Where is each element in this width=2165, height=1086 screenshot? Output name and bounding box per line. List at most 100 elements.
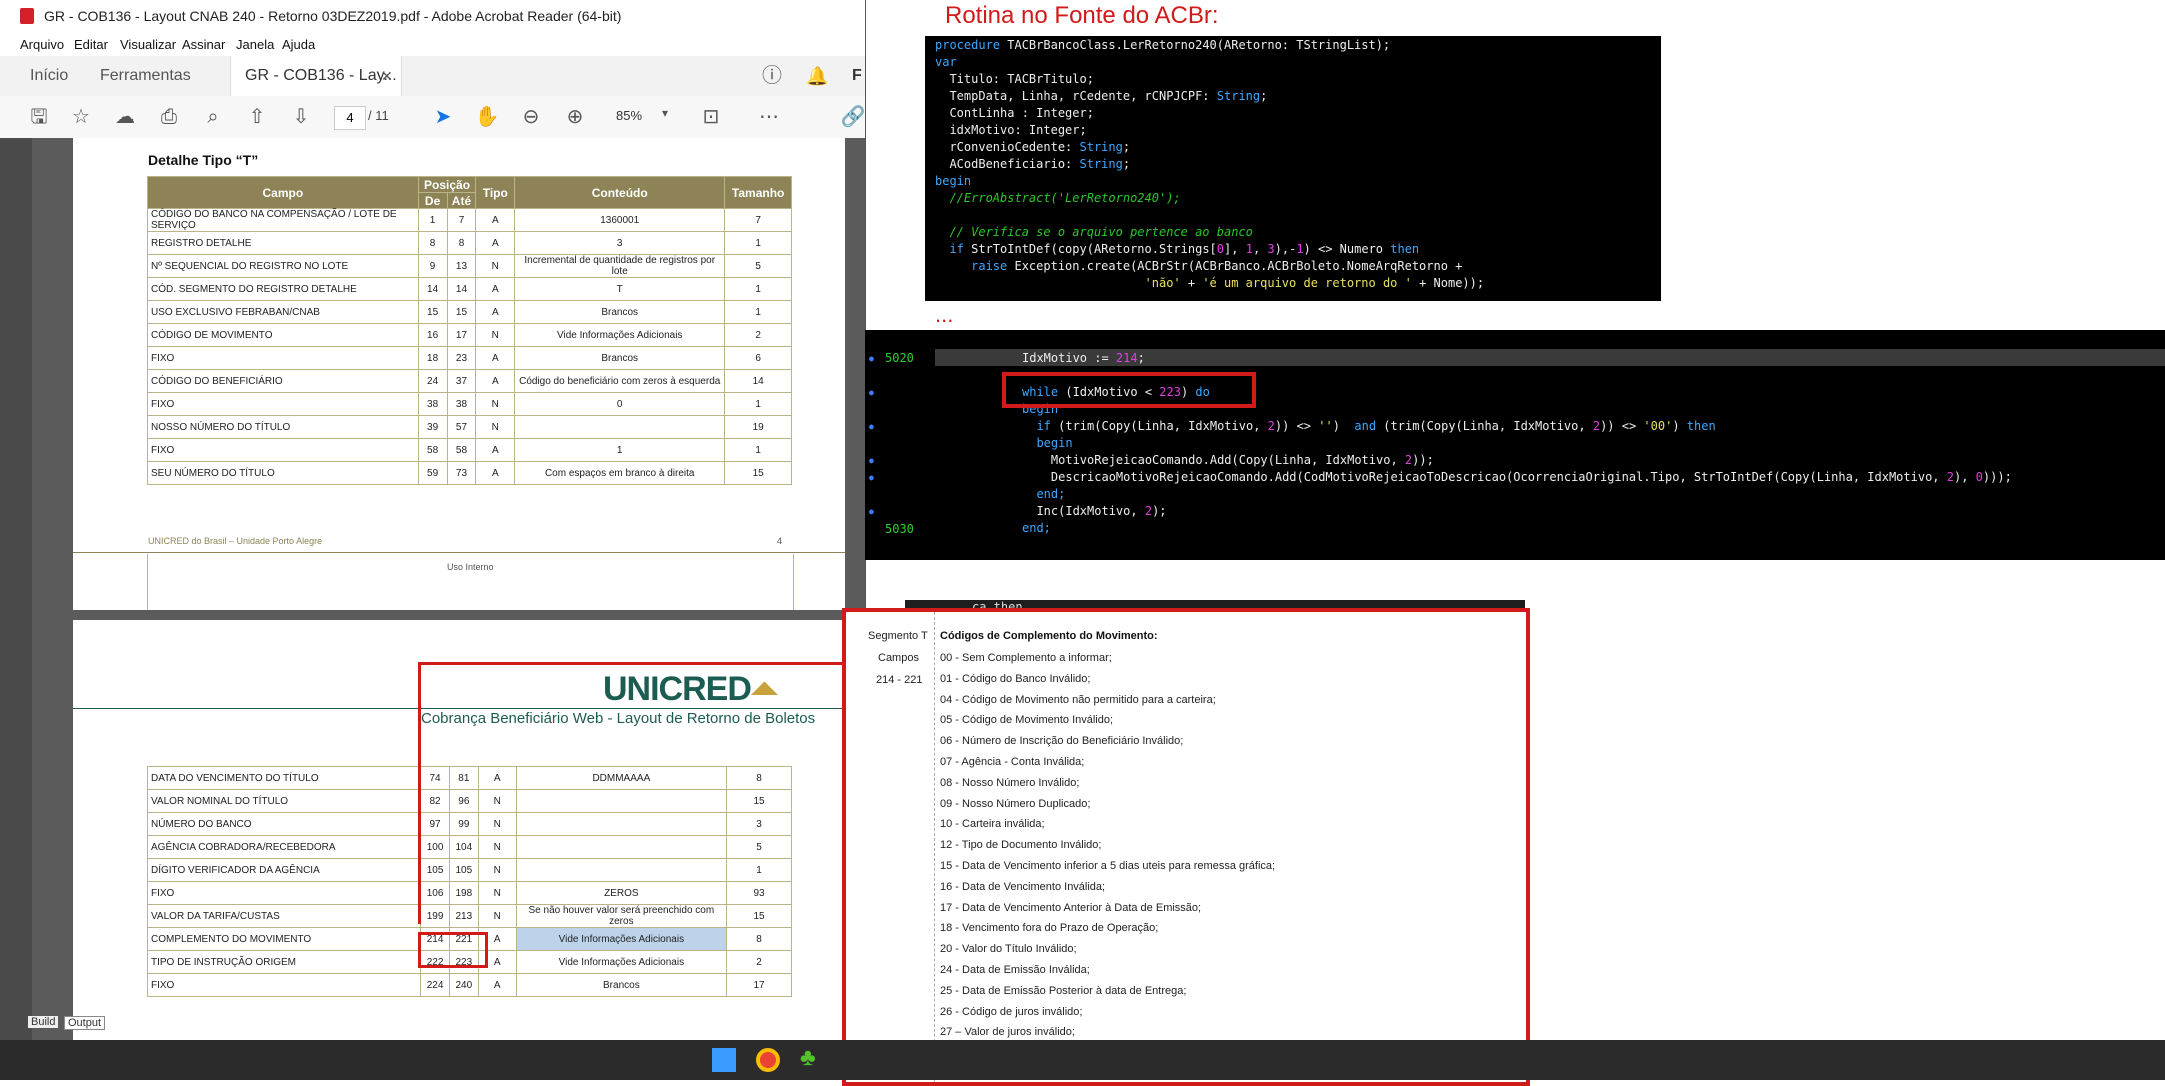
menu-arquivo[interactable]: Arquivo bbox=[20, 37, 64, 52]
code-line: var bbox=[935, 55, 957, 69]
cell-tipo: N bbox=[475, 415, 516, 439]
th-ate: Até bbox=[446, 192, 477, 209]
code-list-item: 17 - Data de Vencimento Anterior à Data … bbox=[940, 901, 1202, 914]
cell-conteudo: Com espaços em branco à direita bbox=[514, 461, 726, 485]
account-initial[interactable]: F bbox=[852, 56, 862, 96]
cell-tamanho: 1 bbox=[724, 231, 792, 255]
cell-tamanho: 3 bbox=[726, 812, 792, 836]
page-number-input[interactable]: 4 bbox=[334, 106, 366, 130]
code-line: begin bbox=[935, 174, 972, 188]
table-row: FIXO 224 240 A Brancos 17 bbox=[146, 973, 792, 997]
chevron-down-icon[interactable]: ▾ bbox=[662, 106, 668, 120]
tab-ferramentas[interactable]: Ferramentas bbox=[100, 56, 191, 96]
page-up-icon[interactable]: ⇧ bbox=[244, 104, 270, 130]
code-line: TempData, Linha, rCedente, rCNPJCPF: Str… bbox=[935, 89, 1268, 103]
cell-de: 59 bbox=[417, 461, 448, 485]
cell-tamanho: 8 bbox=[726, 927, 792, 951]
th-tipo: Tipo bbox=[475, 176, 516, 209]
cell-campo: NOSSO NÚMERO DO TÍTULO bbox=[147, 415, 419, 439]
code-list-item: 20 - Valor do Título Inválido; bbox=[940, 943, 1077, 956]
cell-tamanho: 1 bbox=[724, 300, 792, 324]
more-icon[interactable]: ⋯ bbox=[756, 104, 782, 130]
cell-ate: 198 bbox=[448, 881, 479, 905]
cell-ate: 104 bbox=[448, 835, 479, 859]
menu-ajuda[interactable]: Ajuda bbox=[282, 37, 315, 52]
print-icon[interactable]: ⎙ bbox=[156, 104, 182, 130]
link-icon[interactable]: 🔗 bbox=[840, 104, 866, 130]
star-icon[interactable]: ☆ bbox=[68, 104, 94, 130]
tab-document[interactable]: GR - COB136 - Lay... ✕ bbox=[230, 56, 402, 96]
cell-conteudo: Código do beneficiário com zeros à esque… bbox=[514, 369, 726, 393]
cell-de: 18 bbox=[417, 346, 448, 370]
cell-de: 1 bbox=[417, 208, 448, 232]
cell-conteudo bbox=[514, 415, 726, 439]
pdf-view-area[interactable]: ▶ Detalhe Tipo “T” Campo Posição Tipo Co… bbox=[0, 138, 865, 1040]
cell-tipo: N bbox=[477, 881, 517, 905]
code-list-item: 24 - Data de Emissão Inválida; bbox=[940, 964, 1090, 976]
code-list-item: 04 - Código de Movimento não permitido p… bbox=[940, 693, 1216, 706]
close-icon[interactable]: ✕ bbox=[381, 56, 393, 96]
fit-page-icon[interactable]: ⊡ bbox=[698, 104, 724, 130]
search-icon[interactable]: ⌕ bbox=[200, 104, 226, 130]
cell-tamanho: 7 bbox=[724, 208, 792, 232]
cell-ate: 99 bbox=[448, 812, 479, 836]
highlight-box-table bbox=[418, 662, 843, 666]
layout-table-t: Campo Posição Tipo Conteúdo Tamanho De A… bbox=[147, 176, 792, 485]
code-panel-lerretorno: procedure TACBrBancoClass.LerRetorno240(… bbox=[925, 36, 1661, 301]
page-down-icon[interactable]: ⇩ bbox=[288, 104, 314, 130]
cell-campo: SEU NÚMERO DO TÍTULO bbox=[147, 461, 419, 485]
table-row: DÍGITO VERIFICADOR DA AGÊNCIA 105 105 N 1 bbox=[146, 858, 792, 882]
pdf-page-4: Detalhe Tipo “T” Campo Posição Tipo Cont… bbox=[73, 138, 845, 610]
tab-document-label: GR - COB136 - Lay... bbox=[245, 67, 397, 84]
select-arrow-icon[interactable]: ➤ bbox=[430, 104, 456, 130]
cell-ate: 15 bbox=[446, 300, 477, 324]
upload-icon[interactable]: ☁ bbox=[112, 104, 138, 130]
table-row: FIXO 58 58 A 1 1 bbox=[147, 438, 792, 462]
cell-tamanho: 5 bbox=[726, 835, 792, 859]
cell-conteudo bbox=[515, 835, 728, 859]
cell-de: 97 bbox=[420, 812, 450, 836]
page-footer-number: 4 bbox=[777, 536, 783, 546]
menu-janela[interactable]: Janela bbox=[236, 37, 274, 52]
cell-tamanho: 6 bbox=[724, 346, 792, 370]
cell-campo: VALOR NOMINAL DO TÍTULO bbox=[146, 789, 422, 813]
zoom-level[interactable]: 85% bbox=[616, 108, 642, 123]
tab-inicio[interactable]: Início bbox=[30, 56, 68, 96]
code-panel-idxmotivo: 5020 5030 ● ● ● ● ● ● IdxMotivo := 214; … bbox=[865, 330, 2165, 560]
zoom-out-icon[interactable]: ⊖ bbox=[518, 104, 544, 130]
menu-assinar[interactable]: Assinar bbox=[182, 37, 225, 52]
cell-campo: FIXO bbox=[146, 973, 422, 997]
table-row: CÓDIGO DO BANCO NA COMPENSAÇÃO / LOTE DE… bbox=[147, 208, 792, 232]
hand-icon[interactable]: ✋ bbox=[474, 104, 500, 130]
table-row: Nº SEQUENCIAL DO REGISTRO NO LOTE 9 13 N Inc… bbox=[147, 254, 792, 278]
bell-icon[interactable]: 🔔 bbox=[806, 56, 828, 96]
clover-icon[interactable]: ♣ bbox=[800, 1044, 816, 1072]
build-tab[interactable]: Build bbox=[28, 1016, 59, 1028]
table-row: DATA DO VENCIMENTO DO TÍTULO 74 81 A DDMMAAA… bbox=[146, 766, 792, 790]
windows-start-icon[interactable] bbox=[712, 1048, 736, 1072]
campos-range: 214 - 221 bbox=[876, 674, 923, 686]
code-list-item: 05 - Código de Movimento Inválido; bbox=[940, 714, 1114, 727]
code-list-item: 06 - Número de Inscrição do Beneficiário… bbox=[940, 735, 1184, 748]
code-line: Inc(IdxMotivo, 2); bbox=[1022, 504, 1167, 518]
save-icon[interactable]: 🖫 bbox=[26, 104, 52, 130]
cell-tipo: A bbox=[477, 766, 517, 790]
menu-visualizar[interactable]: Visualizar bbox=[120, 37, 176, 52]
cell-de: 8 bbox=[417, 231, 448, 255]
chrome-icon[interactable] bbox=[756, 1048, 780, 1072]
cell-campo: VALOR DA TARIFA/CUSTAS bbox=[146, 904, 422, 928]
zoom-in-icon[interactable]: ⊕ bbox=[562, 104, 588, 130]
output-tab[interactable]: Output bbox=[64, 1016, 106, 1030]
th-posicao: Posição bbox=[417, 176, 477, 193]
breakpoint-dot: ● bbox=[869, 507, 874, 516]
menu-editar[interactable]: Editar bbox=[74, 37, 108, 52]
table-row: CÓDIGO DE MOVIMENTO 16 17 N Vide Informações… bbox=[147, 323, 792, 347]
help-icon[interactable]: ⓘ bbox=[762, 56, 782, 96]
cell-ate: 96 bbox=[448, 789, 479, 813]
footer-divider bbox=[73, 552, 845, 553]
cell-campo: REGISTRO DETALHE bbox=[147, 231, 419, 255]
cell-ate: 14 bbox=[446, 277, 477, 301]
cell-conteudo bbox=[515, 812, 728, 836]
cell-conteudo: 1 bbox=[514, 438, 726, 462]
cell-campo: Nº SEQUENCIAL DO REGISTRO NO LOTE bbox=[147, 254, 419, 278]
